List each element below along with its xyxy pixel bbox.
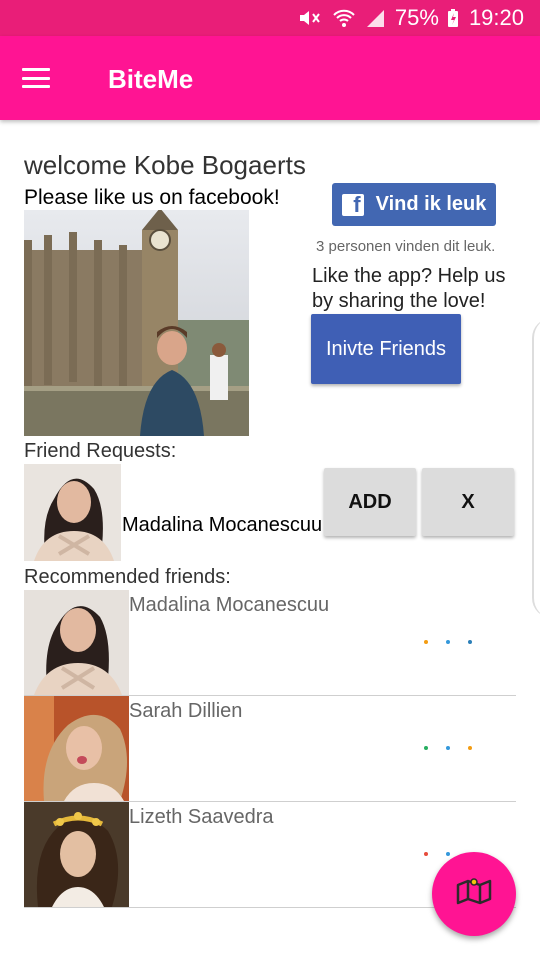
loading-dots: [424, 746, 474, 752]
friend-request-name: Madalina Mocanescuu: [122, 514, 323, 536]
facebook-like-count: 3 personen vinden dit leuk.: [316, 238, 496, 255]
status-bar: 75% 19:20: [0, 0, 540, 36]
mute-icon: [297, 8, 323, 28]
friend-requests-title: Friend Requests:: [24, 440, 177, 462]
recommended-friend-avatar: [24, 802, 129, 907]
map-button[interactable]: [432, 852, 516, 936]
loading-dots: [424, 640, 474, 646]
welcome-text: welcome Kobe Bogaerts: [24, 150, 306, 180]
hamburger-icon[interactable]: [22, 68, 50, 88]
reject-friend-button[interactable]: X: [422, 468, 514, 536]
share-prompt: Like the app? Help us by sharing the lov…: [312, 265, 506, 312]
battery-percent: 75%: [394, 5, 439, 30]
app-title: BiteMe: [108, 64, 194, 94]
facebook-icon: f: [341, 193, 364, 216]
invite-friends-button[interactable]: Inivte Friends: [311, 314, 461, 384]
recommended-friend-name: Lizeth Saavedra: [129, 806, 274, 828]
facebook-like-prompt: Please like us on facebook!: [24, 186, 280, 209]
app-bar: BiteMe: [0, 36, 540, 120]
clock: 19:20: [468, 5, 524, 30]
recommended-friend-row[interactable]: Sarah Dillien: [24, 696, 516, 802]
map-icon: [455, 877, 493, 912]
battery-icon: [447, 8, 459, 28]
recommended-friend-avatar: [24, 696, 129, 801]
recommended-friend-row[interactable]: Madalina Mocanescuu: [24, 590, 516, 696]
recommended-friend-name: Sarah Dillien: [129, 700, 243, 722]
profile-photo: [24, 210, 249, 436]
recommended-friends-title: Recommended friends:: [24, 566, 231, 588]
edge-panel-handle[interactable]: [532, 318, 540, 618]
signal-icon: [365, 8, 385, 28]
facebook-like-button[interactable]: f Vind ik leuk: [332, 183, 496, 226]
friend-request-avatar: [24, 464, 121, 561]
recommended-friend-avatar: [24, 590, 129, 695]
recommended-friend-name: Madalina Mocanescuu: [129, 594, 330, 616]
facebook-like-label: Vind ik leuk: [375, 193, 487, 215]
add-friend-button[interactable]: ADD: [324, 468, 416, 536]
wifi-icon: [333, 8, 355, 28]
